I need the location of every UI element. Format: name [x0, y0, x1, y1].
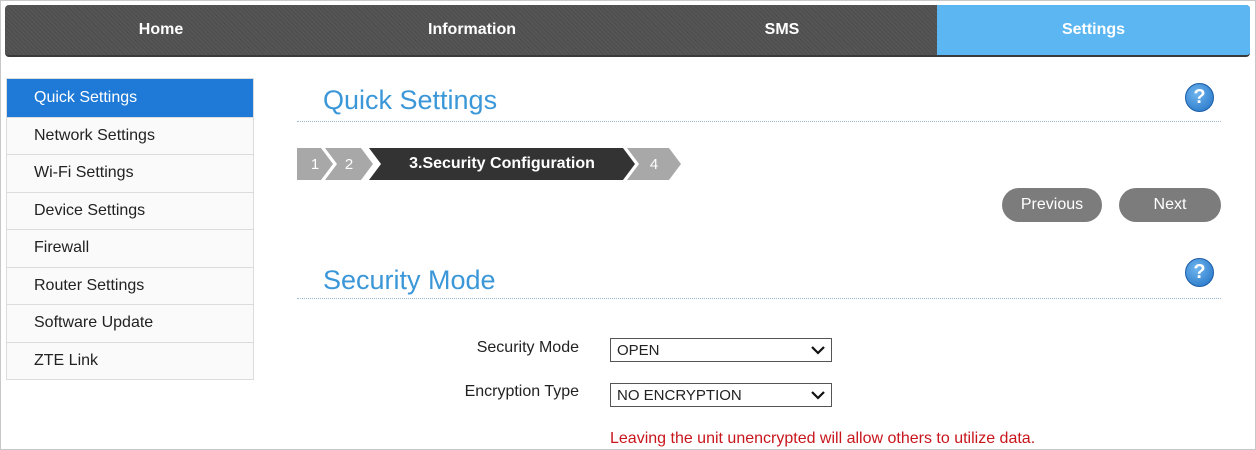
tab-home[interactable]: Home [5, 5, 317, 55]
wizard-step-3: 3.Security Configuration [369, 148, 635, 180]
next-button[interactable]: Next [1119, 188, 1221, 222]
chevron-down-icon [811, 391, 825, 400]
sidebar-item-firewall[interactable]: Firewall [7, 229, 253, 267]
title-divider [297, 121, 1221, 122]
tab-sms[interactable]: SMS [627, 5, 937, 55]
security-mode-value: OPEN [617, 341, 660, 359]
wizard-step-1: 1 [297, 148, 333, 180]
tab-information[interactable]: Information [317, 5, 627, 55]
wizard-steps: 1 2 3.Security Configuration 4 [297, 148, 697, 180]
previous-button[interactable]: Previous [1002, 188, 1102, 222]
sidebar-item-network-settings[interactable]: Network Settings [7, 116, 253, 154]
tab-settings[interactable]: Settings [937, 5, 1250, 55]
page-title: Quick Settings [323, 85, 498, 115]
section-title-security-mode: Security Mode [323, 265, 496, 295]
encryption-type-label: Encryption Type [464, 383, 579, 400]
top-nav: Home Information SMS Settings [5, 5, 1250, 57]
encryption-type-select[interactable]: NO ENCRYPTION [610, 383, 832, 407]
section-divider [297, 298, 1221, 299]
encryption-warning: Leaving the unit unencrypted will allow … [610, 430, 1036, 447]
chevron-down-icon [811, 346, 825, 355]
sidebar: Quick Settings Network Settings Wi-Fi Se… [6, 78, 254, 380]
sidebar-item-wifi-settings[interactable]: Wi-Fi Settings [7, 154, 253, 192]
sidebar-item-router-settings[interactable]: Router Settings [7, 266, 253, 304]
security-mode-label: Security Mode [476, 339, 579, 356]
sidebar-item-zte-link[interactable]: ZTE Link [7, 341, 253, 379]
sidebar-item-software-update[interactable]: Software Update [7, 304, 253, 342]
help-icon[interactable]: ? [1185, 83, 1214, 112]
encryption-type-value: NO ENCRYPTION [617, 386, 742, 404]
wizard-step-4: 4 [627, 148, 681, 180]
sidebar-item-quick-settings[interactable]: Quick Settings [7, 79, 253, 117]
page-frame: Home Information SMS Settings Quick Sett… [0, 0, 1256, 450]
security-mode-select[interactable]: OPEN [610, 338, 832, 362]
help-icon[interactable]: ? [1185, 258, 1214, 287]
sidebar-item-device-settings[interactable]: Device Settings [7, 191, 253, 229]
